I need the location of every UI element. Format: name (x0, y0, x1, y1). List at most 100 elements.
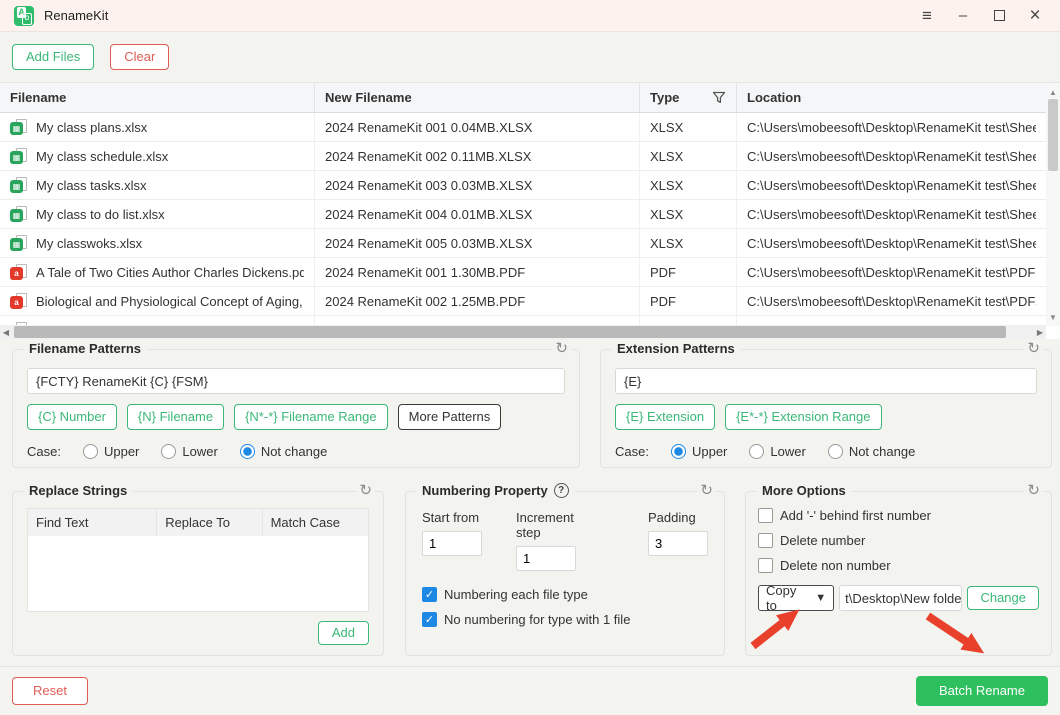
numbering-property-legend: Numbering Property ? (416, 483, 575, 498)
chevron-down-icon: ▼ (815, 592, 826, 604)
extension-patterns-panel: Extension Patterns ↻ {E} Extension {E*-*… (600, 349, 1052, 468)
replace-strings-table-body (28, 536, 368, 611)
replace-strings-table: Find Text Replace To Match Case (27, 508, 369, 612)
filename-patterns-refresh-icon[interactable]: ↻ (552, 340, 571, 358)
case-label: Case: (27, 444, 61, 459)
filename-cell: aBiological and Physiological Concept of… (0, 287, 315, 315)
scroll-right-icon[interactable]: ▶ (1034, 325, 1046, 339)
filter-icon[interactable] (712, 91, 726, 105)
pdf-file-icon: a (10, 293, 27, 309)
titlebar: RenameKit ≡ – × (0, 0, 1060, 32)
minimize-icon[interactable]: – (948, 3, 978, 29)
clear-button[interactable]: Clear (110, 44, 169, 70)
extension-pattern-input[interactable] (615, 368, 1037, 394)
more-options-legend: More Options (756, 483, 852, 498)
footer-bar: Reset Batch Rename (0, 666, 1060, 715)
help-icon[interactable]: ? (554, 483, 569, 498)
scroll-down-icon[interactable]: ▼ (1046, 310, 1060, 324)
location-cell: C:\Users\mobeesoft\Desktop\RenameKit tes… (737, 258, 1046, 286)
start-from-label: Start from (422, 510, 482, 525)
horizontal-scrollbar[interactable]: ◀ ▶ (0, 325, 1046, 339)
extension-case-lower-radio[interactable]: Lower (749, 444, 805, 459)
pattern-filename-button[interactable]: {N} Filename (127, 404, 224, 430)
numbering-each-file-type-checkbox[interactable]: ✓ Numbering each file type (422, 587, 708, 602)
file-table-body: ▦My class plans.xlsx2024 RenameKit 001 0… (0, 113, 1046, 326)
new-filename-cell: 2024 RenameKit 001 1.30MB.PDF (315, 258, 640, 286)
copy-to-select[interactable]: Copy to ▼ (758, 585, 834, 611)
pattern-filename-range-button[interactable]: {N*-*} Filename Range (234, 404, 388, 430)
xlsx-file-icon: ▦ (10, 148, 27, 164)
column-header-new-filename: New Filename (315, 83, 640, 112)
table-row[interactable]: ▦My class tasks.xlsx2024 RenameKit 003 0… (0, 171, 1046, 200)
new-filename-cell: 2024 RenameKit 004 0.01MB.XLSX (315, 200, 640, 228)
location-cell: C:\Users\mobeesoft\Desktop\RenameKit tes… (737, 171, 1046, 199)
reset-button[interactable]: Reset (12, 677, 88, 705)
more-options-refresh-icon[interactable]: ↻ (1024, 482, 1043, 500)
table-row[interactable]: aA Tale of Two Cities Author Charles Dic… (0, 258, 1046, 287)
filename-case-lower-radio[interactable]: Lower (161, 444, 217, 459)
filename-pattern-input[interactable] (27, 368, 565, 394)
location-cell: C:\Users\mobeesoft\Desktop\RenameKit tes… (737, 287, 1046, 315)
numbering-refresh-icon[interactable]: ↻ (697, 482, 716, 500)
column-header-location: Location (737, 83, 1060, 112)
destination-path-input[interactable]: t\Desktop\New folder (839, 585, 962, 611)
menu-icon[interactable]: ≡ (912, 3, 942, 29)
new-filename-cell: 2024 RenameKit 001 0.04MB.XLSX (315, 113, 640, 141)
pattern-extension-button[interactable]: {E} Extension (615, 404, 715, 430)
replace-strings-refresh-icon[interactable]: ↻ (356, 482, 375, 500)
table-row[interactable]: ▦My class schedule.xlsx2024 RenameKit 00… (0, 142, 1046, 171)
scroll-up-icon[interactable]: ▲ (1046, 85, 1060, 99)
add-files-button[interactable]: Add Files (12, 44, 94, 70)
no-numbering-single-file-checkbox[interactable]: ✓ No numbering for type with 1 file (422, 612, 708, 627)
pattern-number-button[interactable]: {C} Number (27, 404, 117, 430)
table-row[interactable]: aBiological and Physiological Concept of… (0, 287, 1046, 316)
padding-input[interactable] (648, 531, 708, 556)
more-options-panel: More Options ↻ Add '-' behind first numb… (745, 491, 1052, 656)
vertical-scrollbar[interactable]: ▲ ▼ (1046, 83, 1060, 326)
table-row[interactable]: ▦My classwoks.xlsx2024 RenameKit 005 0.0… (0, 229, 1046, 258)
start-from-input[interactable] (422, 531, 482, 556)
table-row[interactable]: ▦My class plans.xlsx2024 RenameKit 001 0… (0, 113, 1046, 142)
padding-label: Padding (648, 510, 708, 525)
app-title: RenameKit (44, 8, 108, 23)
new-filename-cell: 2024 RenameKit 002 0.11MB.XLSX (315, 142, 640, 170)
type-cell: XLSX (640, 113, 737, 141)
increment-step-input[interactable] (516, 546, 576, 571)
new-filename-cell: 2024 RenameKit 003 0.03MB.XLSX (315, 171, 640, 199)
close-icon[interactable]: × (1020, 3, 1050, 29)
location-cell: C:\Users\mobeesoft\Desktop\RenameKit tes… (737, 142, 1046, 170)
location-cell: C:\Users\mobeesoft\Desktop\RenameKit tes… (737, 229, 1046, 257)
delete-non-number-checkbox[interactable]: Delete non number (758, 558, 1039, 573)
vertical-scroll-thumb[interactable] (1048, 99, 1058, 171)
filename-cell: aA Tale of Two Cities Author Charles Dic… (0, 258, 315, 286)
replace-col-match-case: Match Case (263, 509, 368, 536)
more-patterns-button[interactable]: More Patterns (398, 404, 502, 430)
filename-patterns-legend: Filename Patterns (23, 341, 147, 356)
extension-case-not-change-radio[interactable]: Not change (828, 444, 916, 459)
scroll-left-icon[interactable]: ◀ (0, 325, 12, 339)
xlsx-file-icon: ▦ (10, 206, 27, 222)
replace-col-find-text: Find Text (28, 509, 157, 536)
new-filename-cell: 2024 RenameKit 005 0.03MB.XLSX (315, 229, 640, 257)
add-dash-checkbox[interactable]: Add '-' behind first number (758, 508, 1039, 523)
type-cell: PDF (640, 287, 737, 315)
maximize-icon[interactable] (984, 3, 1014, 29)
change-destination-button[interactable]: Change (967, 586, 1039, 610)
extension-case-upper-radio[interactable]: Upper (671, 444, 727, 459)
filename-case-upper-radio[interactable]: Upper (83, 444, 139, 459)
filename-case-not-change-radio[interactable]: Not change (240, 444, 328, 459)
window-controls: ≡ – × (912, 3, 1050, 29)
pattern-extension-range-button[interactable]: {E*-*} Extension Range (725, 404, 881, 430)
file-table-header: Filename New Filename Type Location (0, 83, 1060, 113)
xlsx-file-icon: ▦ (10, 235, 27, 251)
filename-cell: ▦My class to do list.xlsx (0, 200, 315, 228)
xlsx-file-icon: ▦ (10, 119, 27, 135)
type-cell: XLSX (640, 200, 737, 228)
add-replace-rule-button[interactable]: Add (318, 621, 369, 645)
batch-rename-button[interactable]: Batch Rename (916, 676, 1048, 706)
table-row[interactable]: ▦My class to do list.xlsx2024 RenameKit … (0, 200, 1046, 229)
delete-number-checkbox[interactable]: Delete number (758, 533, 1039, 548)
extension-patterns-refresh-icon[interactable]: ↻ (1024, 340, 1043, 358)
type-cell: XLSX (640, 142, 737, 170)
horizontal-scroll-thumb[interactable] (14, 326, 1006, 338)
